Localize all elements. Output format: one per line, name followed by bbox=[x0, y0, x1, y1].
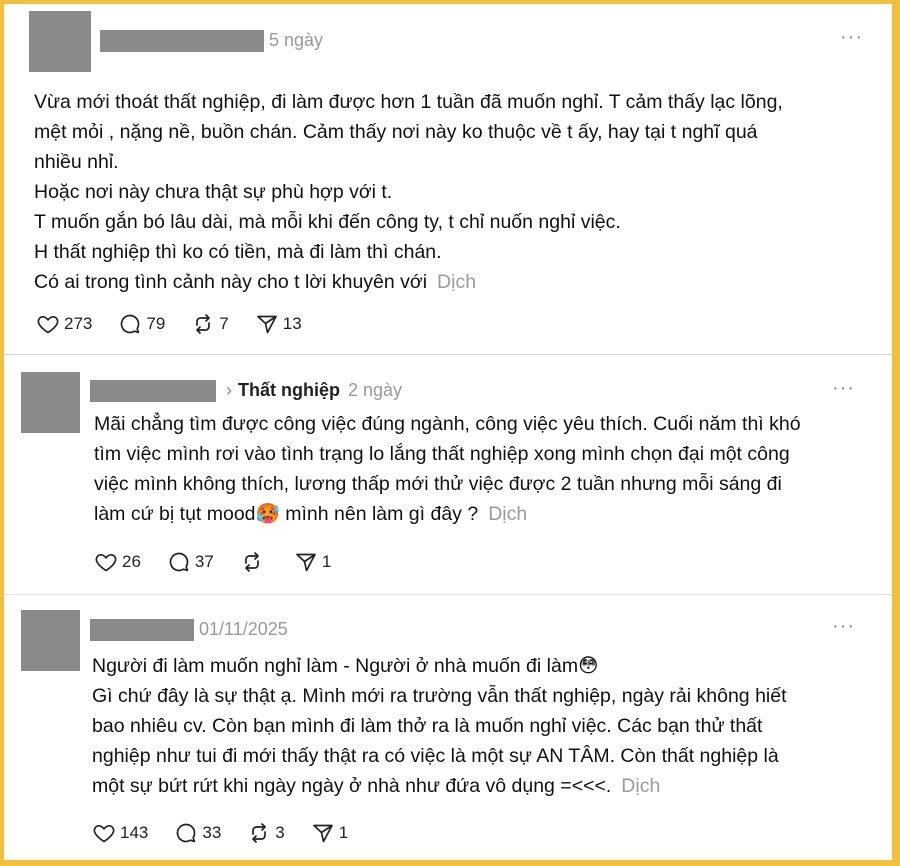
post-time: 01/11/2025 bbox=[199, 619, 288, 639]
like-count: 273 bbox=[64, 314, 93, 333]
post-text-content: Người đi làm muốn nghỉ làm - Người ở nhà… bbox=[92, 655, 787, 797]
repost-icon bbox=[252, 823, 267, 843]
send-icon bbox=[295, 553, 316, 572]
username-redacted[interactable] bbox=[90, 619, 194, 641]
post-timestamp: 01/11/2025 bbox=[199, 619, 288, 640]
post-actions: 273 79 7 13 bbox=[36, 312, 328, 336]
post-actions: 143 33 3 1 bbox=[92, 821, 374, 845]
feed-frame: 5 ngày ··· Vừa mới thoát thất nghiệp, đi… bbox=[4, 4, 892, 860]
post-1: 5 ngày ··· Vừa mới thoát thất nghiệp, đi… bbox=[4, 4, 892, 354]
chevron-right-icon: › bbox=[226, 380, 232, 400]
username-redacted[interactable] bbox=[100, 30, 264, 52]
repost-button[interactable]: 3 bbox=[247, 821, 285, 845]
repost-count: 3 bbox=[275, 823, 285, 842]
translate-link[interactable]: Dịch bbox=[437, 271, 476, 293]
repost-icon bbox=[196, 314, 211, 334]
reply-count: 37 bbox=[194, 552, 214, 571]
share-count: 1 bbox=[338, 823, 349, 842]
post-text-content: Mãi chẳng tìm được công việc đúng ngành,… bbox=[94, 413, 801, 525]
more-options-icon[interactable]: ··· bbox=[840, 26, 863, 49]
repost-icon bbox=[244, 552, 259, 572]
avatar[interactable] bbox=[21, 610, 80, 671]
topic-tag[interactable]: Thất nghiệp bbox=[238, 380, 340, 400]
reply-button[interactable]: 79 bbox=[118, 312, 165, 336]
translate-link[interactable]: Dịch bbox=[488, 503, 527, 525]
share-button[interactable]: 1 bbox=[311, 821, 348, 845]
share-count: 1 bbox=[321, 552, 332, 571]
post-time: 5 ngày bbox=[269, 30, 324, 50]
post-text-content: Vừa mới thoát thất nghiệp, đi làm được h… bbox=[34, 91, 783, 293]
like-button[interactable]: 143 bbox=[92, 821, 148, 845]
post-timestamp: 5 ngày bbox=[269, 30, 323, 51]
share-button[interactable]: 13 bbox=[255, 312, 302, 336]
repost-button[interactable] bbox=[240, 550, 268, 574]
repost-button[interactable]: 7 bbox=[191, 312, 229, 336]
translate-link[interactable]: Dịch bbox=[621, 775, 660, 797]
share-button[interactable]: 1 bbox=[294, 550, 331, 574]
heart-icon bbox=[93, 824, 115, 843]
reply-count: 79 bbox=[146, 314, 166, 333]
send-icon bbox=[312, 824, 333, 843]
avatar[interactable] bbox=[29, 11, 91, 72]
post-3: 01/11/2025 ··· Người đi làm muốn nghỉ là… bbox=[4, 595, 892, 860]
reply-button[interactable]: 33 bbox=[174, 821, 221, 845]
like-count: 143 bbox=[120, 823, 149, 842]
like-count: 26 bbox=[122, 552, 141, 571]
share-count: 13 bbox=[282, 314, 302, 333]
repost-count: 7 bbox=[219, 314, 229, 333]
username-redacted[interactable] bbox=[90, 380, 216, 402]
like-button[interactable]: 273 bbox=[36, 312, 92, 336]
send-icon bbox=[256, 315, 277, 334]
comment-icon bbox=[177, 823, 196, 843]
heart-icon bbox=[37, 315, 59, 334]
reply-count: 33 bbox=[202, 823, 222, 842]
post-text: Người đi làm muốn nghỉ làm - Người ở nhà… bbox=[92, 651, 882, 801]
like-button[interactable]: 26 bbox=[94, 550, 141, 574]
post-text: Mãi chẳng tìm được công việc đúng ngành,… bbox=[94, 409, 884, 529]
comment-icon bbox=[121, 314, 140, 334]
heart-icon bbox=[95, 553, 117, 572]
post-actions: 26 37 1 bbox=[94, 550, 357, 574]
post-text: Vừa mới thoát thất nghiệp, đi làm được h… bbox=[34, 87, 874, 297]
comment-icon bbox=[169, 552, 189, 572]
post-time: 2 ngày bbox=[348, 380, 403, 400]
post-meta: › Thất nghiệp 2 ngày bbox=[226, 380, 402, 401]
avatar[interactable] bbox=[21, 372, 80, 433]
post-2: › Thất nghiệp 2 ngày ··· Mãi chẳng tìm đượ… bbox=[4, 355, 892, 595]
reply-button[interactable]: 37 bbox=[167, 550, 214, 574]
more-options-icon[interactable]: ··· bbox=[832, 615, 855, 638]
more-options-icon[interactable]: ··· bbox=[832, 377, 855, 400]
